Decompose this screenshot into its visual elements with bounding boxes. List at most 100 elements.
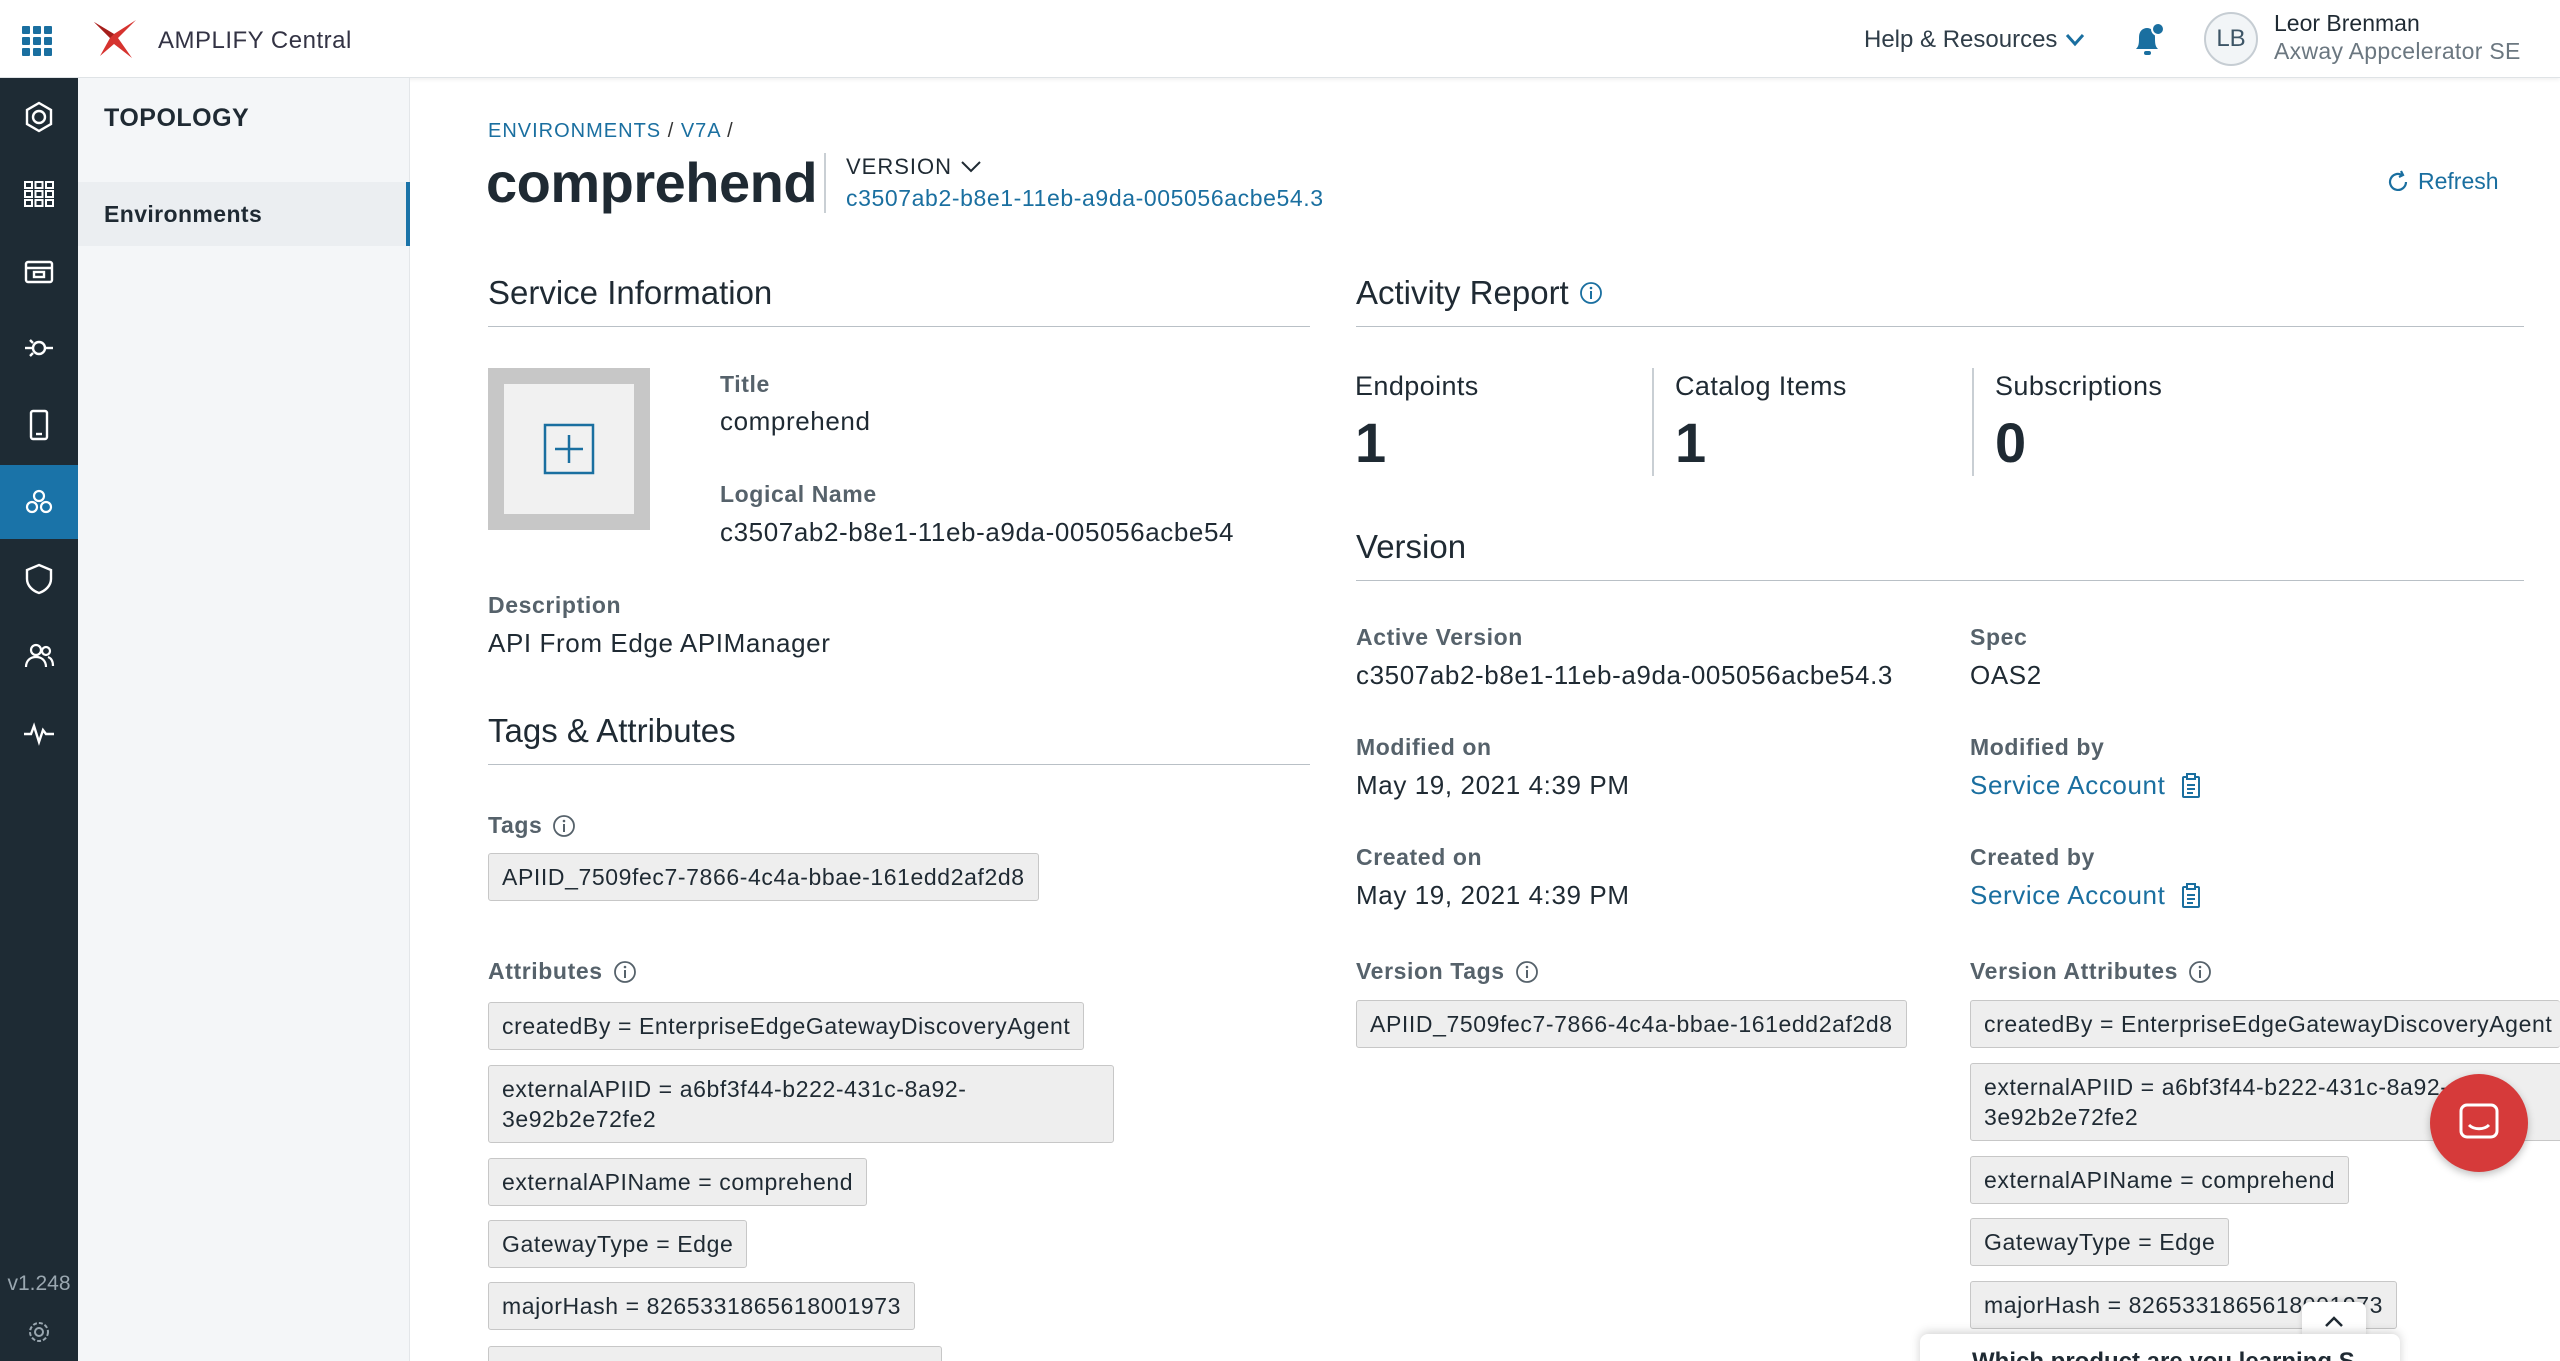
- catalog-icon: [24, 181, 54, 207]
- shield-icon: [25, 563, 53, 595]
- version-tags-label-row: Version Tags: [1356, 958, 1539, 985]
- product-name[interactable]: AMPLIFY Central: [158, 27, 352, 55]
- chevron-down-icon: [2066, 34, 2085, 47]
- tags-label-row: Tags: [488, 812, 576, 839]
- sidenav-title: TOPOLOGY: [104, 104, 250, 132]
- modified-on-value: May 19, 2021 4:39 PM: [1356, 770, 1630, 800]
- version-attribute-chip: createdBy = EnterpriseEdgeGatewayDiscove…: [1970, 1000, 2560, 1048]
- refresh-icon: [2388, 170, 2408, 191]
- breadcrumb-environments[interactable]: ENVIRONMENTS: [488, 120, 661, 142]
- top-bar: AMPLIFY Central Help & Resources LB Leor…: [0, 0, 2560, 78]
- logical-name-value: c3507ab2-b8e1-11eb-a9da-005056acbe54: [720, 517, 1235, 547]
- stat-divider: [1972, 368, 1974, 476]
- stat-catalog-items-value[interactable]: 1: [1675, 410, 1706, 475]
- service-information-heading: Service Information: [488, 274, 1310, 327]
- breadcrumb-separator: /: [667, 120, 681, 142]
- chat-launcher-button[interactable]: [2430, 1074, 2528, 1172]
- active-version-label: Active Version: [1356, 624, 1523, 650]
- active-version-value: c3507ab2-b8e1-11eb-a9da-005056acbe54.3: [1356, 660, 1893, 690]
- version-label: VERSION: [846, 154, 953, 179]
- add-image-icon: [543, 423, 595, 475]
- axway-logo[interactable]: [92, 16, 138, 62]
- clipboard-icon[interactable]: [2181, 882, 2201, 909]
- rail-dashboard[interactable]: [0, 80, 78, 154]
- stat-subscriptions-label: Subscriptions: [1995, 371, 2163, 401]
- title-value: comprehend: [720, 406, 871, 436]
- integrations-icon: [25, 339, 53, 357]
- info-icon[interactable]: [613, 960, 637, 984]
- app-version: v1.248: [7, 1272, 71, 1295]
- created-on-label: Created on: [1356, 844, 1483, 870]
- rail-mobile[interactable]: [0, 388, 78, 462]
- marketplace-icon: [24, 260, 54, 284]
- attribute-chip: GatewayType = Edge: [488, 1220, 748, 1268]
- rail-security[interactable]: [0, 542, 78, 616]
- description-label: Description: [488, 592, 622, 618]
- help-resources-menu[interactable]: Help & Resources: [1864, 26, 2085, 54]
- attribute-chip: createdBy = EnterpriseEdgeGatewayDiscove…: [488, 1002, 1085, 1050]
- info-icon[interactable]: [1515, 960, 1539, 984]
- spec-label: Spec: [1970, 624, 2028, 650]
- stat-endpoints-label: Endpoints: [1355, 371, 1479, 401]
- attribute-chip-partial: [488, 1346, 942, 1361]
- settings-icon[interactable]: [27, 1320, 51, 1344]
- info-icon[interactable]: [552, 814, 576, 838]
- modified-by-value: Service Account: [1970, 770, 2166, 800]
- version-heading: Version: [1356, 528, 2524, 581]
- user-name[interactable]: Leor Brenman: [2274, 10, 2420, 37]
- page-title: comprehend: [486, 151, 818, 214]
- attribute-chip: majorHash = 8265331865618001973: [488, 1282, 916, 1330]
- stat-divider: [1652, 368, 1654, 476]
- title-divider: [824, 153, 826, 213]
- version-id-link[interactable]: c3507ab2-b8e1-11eb-a9da-005056acbe54.3: [846, 185, 1324, 212]
- rail-topology[interactable]: [0, 465, 78, 539]
- version-dropdown[interactable]: VERSION: [846, 154, 982, 180]
- stat-subscriptions-value[interactable]: 0: [1995, 410, 2026, 475]
- version-tags-label: Version Tags: [1356, 958, 1505, 984]
- created-on-value: May 19, 2021 4:39 PM: [1356, 880, 1630, 910]
- refresh-label: Refresh: [2418, 168, 2499, 194]
- clipboard-icon[interactable]: [2181, 772, 2201, 799]
- breadcrumb: ENVIRONMENTS / V7A /: [488, 120, 734, 143]
- rail-marketplace[interactable]: [0, 234, 78, 308]
- rail-integrations[interactable]: [0, 311, 78, 385]
- user-avatar[interactable]: LB: [2204, 12, 2258, 66]
- tags-attributes-heading: Tags & Attributes: [488, 712, 1310, 765]
- help-popup[interactable]: Which product are you learning S...: [1920, 1334, 2400, 1361]
- spec-value: OAS2: [1970, 660, 2042, 690]
- logical-name-label: Logical Name: [720, 481, 877, 507]
- modified-on-label: Modified on: [1356, 734, 1492, 760]
- chevron-up-icon: [2325, 1316, 2343, 1327]
- rail-users[interactable]: [0, 619, 78, 693]
- modified-by-label: Modified by: [1970, 734, 2105, 760]
- users-icon: [24, 643, 55, 668]
- chevron-down-icon: [961, 161, 981, 173]
- created-by-label: Created by: [1970, 844, 2095, 870]
- notification-bell-icon[interactable]: [2130, 21, 2166, 59]
- mobile-icon: [29, 409, 49, 441]
- info-icon[interactable]: [1579, 281, 1603, 305]
- tags-label: Tags: [488, 812, 543, 838]
- refresh-button[interactable]: Refresh: [2386, 168, 2499, 195]
- topology-sidenav: TOPOLOGY Environments: [78, 78, 410, 1361]
- breadcrumb-separator: /: [727, 120, 734, 142]
- modified-by-link[interactable]: Service Account: [1970, 770, 2201, 801]
- created-by-link[interactable]: Service Account: [1970, 880, 2201, 911]
- breadcrumb-env[interactable]: V7A: [681, 120, 721, 142]
- service-image-placeholder[interactable]: [488, 368, 650, 530]
- pulse-icon: [24, 722, 54, 746]
- rail-observability[interactable]: [0, 696, 78, 770]
- version-attribute-chip: externalAPIName = comprehend: [1970, 1156, 2350, 1204]
- help-popup-text: Which product are you learning S...: [1972, 1348, 2375, 1361]
- version-attribute-chip: GatewayType = Edge: [1970, 1218, 2230, 1266]
- sidenav-item-environments[interactable]: Environments: [78, 182, 410, 246]
- activity-report-heading-row: Activity Report: [1356, 274, 2524, 327]
- rail-catalog[interactable]: [0, 157, 78, 231]
- app-switcher-icon[interactable]: [22, 26, 52, 56]
- activity-report-heading: Activity Report: [1356, 274, 1569, 311]
- info-icon[interactable]: [2188, 960, 2212, 984]
- stat-endpoints-value[interactable]: 1: [1355, 410, 1386, 475]
- title-label: Title: [720, 371, 770, 397]
- version-tag-chip: APIID_7509fec7-7866-4c4a-bbae-161edd2af2…: [1356, 1000, 1907, 1048]
- created-by-value: Service Account: [1970, 880, 2166, 910]
